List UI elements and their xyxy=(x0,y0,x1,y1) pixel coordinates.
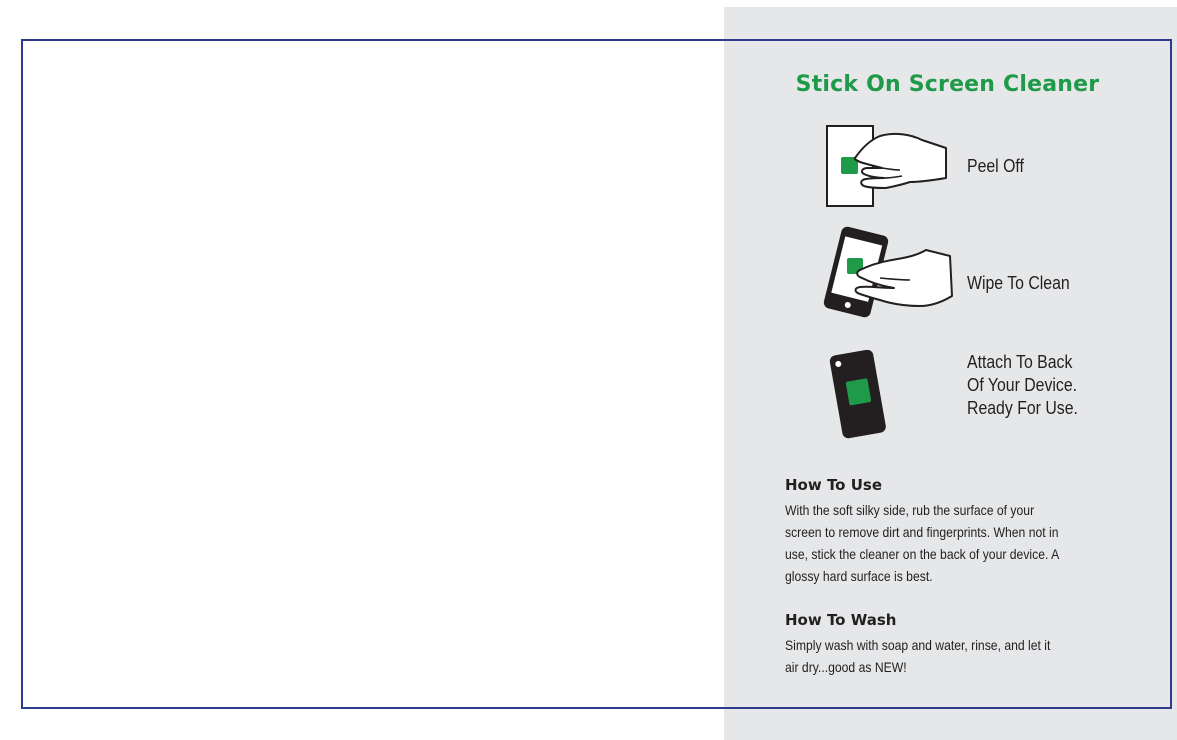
phone-back-icon xyxy=(829,350,886,439)
how-to-use-line: glossy hard surface is best. xyxy=(785,568,933,584)
step-wipe-label: Wipe To Clean xyxy=(967,273,1070,293)
how-to-wash-text: Simply wash with soap and water, rinse, … xyxy=(785,634,1150,678)
how-to-wash-heading: How To Wash xyxy=(785,611,897,629)
how-to-wash-line: air dry...good as NEW! xyxy=(785,659,907,675)
page-title: Stick On Screen Cleaner xyxy=(795,72,1100,97)
step-peel-off-label: Peel Off xyxy=(967,156,1024,176)
how-to-wash-line: Simply wash with soap and water, rinse, … xyxy=(785,637,1051,653)
step-attach-line: Attach To Back xyxy=(967,352,1073,372)
peel-off-hand-icon xyxy=(826,125,947,207)
wipe-phone-icon xyxy=(823,226,953,318)
step-attach-line: Ready For Use. xyxy=(967,398,1078,418)
how-to-use-heading: How To Use xyxy=(785,476,882,494)
how-to-use-line: use, stick the cleaner on the back of yo… xyxy=(785,546,1060,562)
step-attach-label: Attach To Back Of Your Device. Ready For… xyxy=(967,351,1078,420)
how-to-use-line: screen to remove dirt and fingerprints. … xyxy=(785,524,1059,540)
step-attach-line: Of Your Device. xyxy=(967,375,1078,395)
how-to-use-text: With the soft silky side, rub the surfac… xyxy=(785,499,1150,587)
how-to-use-line: With the soft silky side, rub the surfac… xyxy=(785,502,1035,518)
